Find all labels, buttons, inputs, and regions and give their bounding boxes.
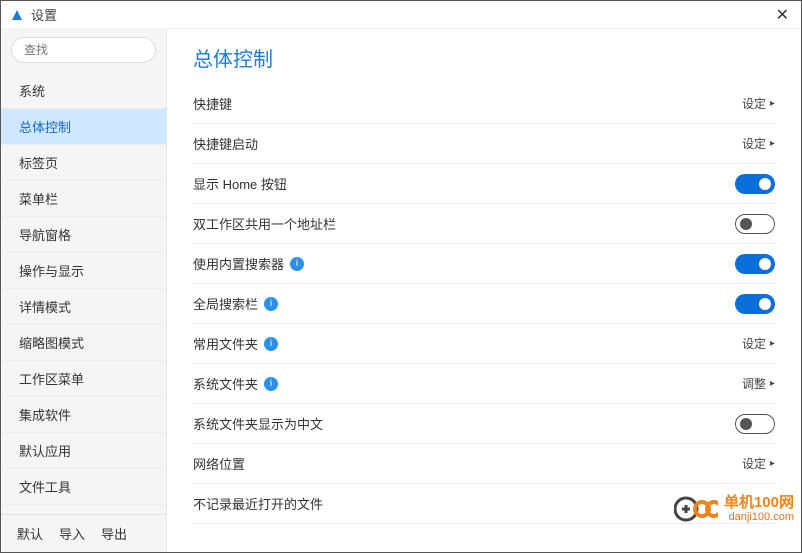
setting-row: 不记录最近打开的文件 xyxy=(193,484,775,524)
chevron-right-icon: ▸ xyxy=(770,378,775,389)
sidebar-item[interactable]: 文件工具 xyxy=(1,469,166,505)
setting-label-text: 使用内置搜索器 xyxy=(193,254,284,273)
setting-row: 全局搜索栏 i xyxy=(193,284,775,324)
toggle-knob xyxy=(740,418,752,430)
window-title: 设置 xyxy=(31,5,57,24)
setting-action-link[interactable]: 设定▸ xyxy=(742,335,775,352)
toggle-knob xyxy=(740,218,752,230)
toggle-switch[interactable] xyxy=(735,414,775,434)
setting-label-text: 快捷键启动 xyxy=(193,134,258,153)
setting-label: 快捷键启动 xyxy=(193,134,742,153)
setting-label: 双工作区共用一个地址栏 xyxy=(193,214,735,233)
setting-label: 常用文件夹 i xyxy=(193,334,742,353)
setting-row: 快捷键 设定▸ xyxy=(193,84,775,124)
setting-action-link[interactable]: 调整▸ xyxy=(742,375,775,392)
setting-label: 显示 Home 按钮 xyxy=(193,174,735,193)
setting-label: 使用内置搜索器 i xyxy=(193,254,735,273)
setting-label-text: 常用文件夹 xyxy=(193,334,258,353)
sidebar-item[interactable]: 菜单栏 xyxy=(1,181,166,217)
chevron-right-icon: ▸ xyxy=(770,458,775,469)
setting-row: 常用文件夹 i 设定▸ xyxy=(193,324,775,364)
setting-label-text: 网络位置 xyxy=(193,454,245,473)
setting-action-link[interactable]: 设定▸ xyxy=(742,95,775,112)
setting-label: 快捷键 xyxy=(193,94,742,113)
footer-import-button[interactable]: 导入 xyxy=(59,524,85,543)
sidebar-item[interactable]: 操作与显示 xyxy=(1,253,166,289)
setting-row: 双工作区共用一个地址栏 xyxy=(193,204,775,244)
info-icon[interactable]: i xyxy=(264,297,278,311)
setting-label: 不记录最近打开的文件 xyxy=(193,494,775,513)
setting-label: 系统文件夹显示为中文 xyxy=(193,414,735,433)
setting-label-text: 不记录最近打开的文件 xyxy=(193,494,323,513)
toggle-knob xyxy=(759,178,771,190)
sidebar-item[interactable]: 缩略图模式 xyxy=(1,325,166,361)
setting-label: 全局搜索栏 i xyxy=(193,294,735,313)
content-area: 总体控制 快捷键设定▸快捷键启动设定▸显示 Home 按钮双工作区共用一个地址栏… xyxy=(167,29,801,552)
sidebar-item[interactable]: 总体控制 xyxy=(1,109,166,145)
setting-label-text: 双工作区共用一个地址栏 xyxy=(193,214,336,233)
footer-export-button[interactable]: 导出 xyxy=(101,524,127,543)
setting-row: 系统文件夹 i 调整▸ xyxy=(193,364,775,404)
footer-default-button[interactable]: 默认 xyxy=(17,524,43,543)
sidebar-item[interactable]: 标签页 xyxy=(1,145,166,181)
chevron-right-icon: ▸ xyxy=(770,338,775,349)
toggle-switch[interactable] xyxy=(735,294,775,314)
sidebar-item[interactable]: 工作区菜单 xyxy=(1,361,166,397)
setting-label-text: 系统文件夹 xyxy=(193,374,258,393)
sidebar-footer: 默认 导入 导出 xyxy=(1,514,166,552)
setting-action-link[interactable]: 设定▸ xyxy=(742,455,775,472)
setting-row: 使用内置搜索器 i xyxy=(193,244,775,284)
toggle-switch[interactable] xyxy=(735,254,775,274)
info-icon[interactable]: i xyxy=(264,337,278,351)
close-icon[interactable]: ✕ xyxy=(772,5,793,25)
info-icon[interactable]: i xyxy=(290,257,304,271)
sidebar-item[interactable]: 集成软件 xyxy=(1,397,166,433)
chevron-right-icon: ▸ xyxy=(770,138,775,149)
settings-list: 快捷键设定▸快捷键启动设定▸显示 Home 按钮双工作区共用一个地址栏使用内置搜… xyxy=(193,84,775,524)
sidebar-item[interactable]: 详情模式 xyxy=(1,289,166,325)
toggle-switch[interactable] xyxy=(735,174,775,194)
setting-row: 快捷键启动 设定▸ xyxy=(193,124,775,164)
sidebar: 系统总体控制标签页菜单栏导航窗格操作与显示详情模式缩略图模式工作区菜单集成软件默… xyxy=(1,29,167,552)
search-input[interactable] xyxy=(11,37,156,63)
app-icon xyxy=(9,7,25,23)
sidebar-nav: 系统总体控制标签页菜单栏导航窗格操作与显示详情模式缩略图模式工作区菜单集成软件默… xyxy=(1,73,166,514)
setting-row: 网络位置 设定▸ xyxy=(193,444,775,484)
sidebar-item[interactable]: 导航窗格 xyxy=(1,217,166,253)
setting-row: 显示 Home 按钮 xyxy=(193,164,775,204)
setting-label-text: 系统文件夹显示为中文 xyxy=(193,414,323,433)
titlebar: 设置 ✕ xyxy=(1,1,801,29)
setting-label: 系统文件夹 i xyxy=(193,374,742,393)
chevron-right-icon: ▸ xyxy=(770,98,775,109)
setting-label-text: 快捷键 xyxy=(193,94,232,113)
info-icon[interactable]: i xyxy=(264,377,278,391)
setting-label-text: 全局搜索栏 xyxy=(193,294,258,313)
page-title: 总体控制 xyxy=(193,43,775,72)
sidebar-item[interactable]: 默认应用 xyxy=(1,433,166,469)
setting-action-link[interactable]: 设定▸ xyxy=(742,135,775,152)
toggle-switch[interactable] xyxy=(735,214,775,234)
setting-row: 系统文件夹显示为中文 xyxy=(193,404,775,444)
setting-label-text: 显示 Home 按钮 xyxy=(193,174,287,193)
setting-label: 网络位置 xyxy=(193,454,742,473)
toggle-knob xyxy=(759,258,771,270)
sidebar-item[interactable]: 系统 xyxy=(1,73,166,109)
toggle-knob xyxy=(759,298,771,310)
